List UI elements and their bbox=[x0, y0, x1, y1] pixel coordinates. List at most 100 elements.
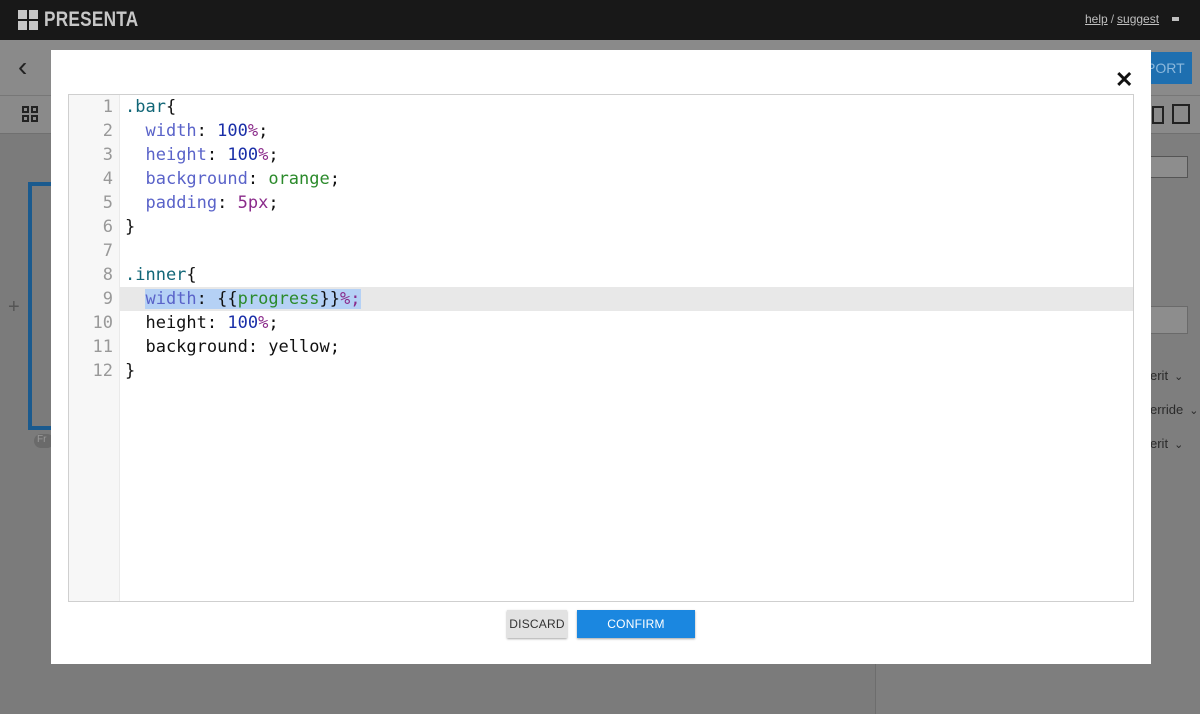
code-token: 100 bbox=[227, 145, 259, 165]
code-text: width: 100%; bbox=[125, 119, 268, 143]
code-token: height bbox=[145, 145, 207, 165]
code-token: : bbox=[206, 145, 228, 165]
grid-logo-icon bbox=[18, 10, 38, 30]
app-logo[interactable]: PRESENTA bbox=[18, 8, 159, 32]
app-header: PRESENTA help / suggest bbox=[0, 0, 1200, 40]
code-line[interactable]: .bar{ bbox=[120, 95, 1133, 119]
code-token: % bbox=[247, 121, 259, 141]
code-text: } bbox=[125, 359, 135, 383]
logo-text: PRESENTA bbox=[44, 8, 139, 31]
code-token: .bar bbox=[125, 97, 166, 117]
code-token: } bbox=[125, 361, 136, 381]
code-text: .inner{ bbox=[125, 263, 197, 287]
line-number: 4 bbox=[102, 169, 113, 189]
slide-frame bbox=[28, 182, 52, 430]
code-token: height: bbox=[125, 313, 228, 333]
code-line[interactable]: background: orange; bbox=[120, 167, 1133, 191]
line-number: 2 bbox=[102, 121, 113, 141]
code-token: padding bbox=[145, 193, 218, 213]
code-text: background: yellow; bbox=[125, 335, 340, 359]
code-token: % bbox=[340, 289, 351, 309]
code-text: .bar{ bbox=[125, 95, 176, 119]
code-text: padding: 5px; bbox=[125, 191, 279, 215]
line-number: 9 bbox=[102, 289, 113, 309]
help-link[interactable]: help bbox=[1085, 12, 1108, 26]
code-text: height: 100%; bbox=[125, 311, 279, 335]
code-line[interactable]: padding: 5px; bbox=[120, 191, 1133, 215]
code-token: ; bbox=[268, 313, 279, 333]
prop-row: erride ⌄ bbox=[1150, 402, 1198, 417]
discard-button[interactable]: DISCARD bbox=[507, 610, 567, 638]
code-line[interactable] bbox=[120, 239, 1133, 263]
code-token: ; bbox=[268, 193, 279, 213]
code-line[interactable]: } bbox=[120, 215, 1133, 239]
code-token: % bbox=[258, 145, 269, 165]
link-separator: / bbox=[1110, 12, 1115, 26]
layout-single-icon bbox=[1172, 104, 1190, 124]
line-number: 1 bbox=[102, 97, 113, 117]
code-editor[interactable]: 1 .bar{2 width: 100%; 3 height: 100%; 4 bac… bbox=[68, 94, 1134, 602]
code-token: 100 bbox=[227, 313, 259, 333]
code-token: progress bbox=[237, 289, 320, 309]
menu-icon[interactable] bbox=[1172, 17, 1179, 21]
code-token: : bbox=[217, 193, 238, 213]
prop-row: erit ⌄ bbox=[1150, 436, 1183, 451]
code-token: background: yellow; bbox=[125, 337, 340, 357]
code-text: height: 100%; bbox=[125, 143, 279, 167]
suggest-link[interactable]: suggest bbox=[1117, 12, 1159, 26]
back-arrow-icon: ‹ bbox=[18, 51, 28, 82]
code-token: 5px bbox=[237, 193, 269, 213]
code-token: } bbox=[125, 217, 136, 237]
code-token: ; bbox=[258, 121, 269, 141]
code-token: width bbox=[145, 289, 197, 309]
code-text: width: {{progress}}%; bbox=[125, 287, 361, 311]
code-token: width bbox=[145, 121, 197, 141]
line-number: 12 bbox=[92, 361, 113, 381]
code-token: { bbox=[186, 265, 197, 285]
code-token: : bbox=[247, 169, 269, 189]
code-token: : bbox=[196, 289, 218, 309]
code-token: .inner bbox=[125, 265, 187, 285]
properties-input bbox=[1150, 306, 1188, 334]
code-token: orange bbox=[268, 169, 330, 189]
grid-view-icon bbox=[22, 106, 38, 122]
add-slide-icon: + bbox=[8, 296, 20, 318]
line-number: 6 bbox=[102, 217, 113, 237]
code-line[interactable]: height: 100%; bbox=[120, 143, 1133, 167]
prop-value: erride bbox=[1150, 402, 1184, 417]
line-number: 11 bbox=[92, 337, 113, 357]
code-text: } bbox=[125, 215, 135, 239]
close-icon[interactable]: ✕ bbox=[1115, 69, 1133, 91]
code-token: ; bbox=[268, 145, 279, 165]
chevron-down-icon: ⌄ bbox=[1189, 405, 1199, 417]
properties-select bbox=[1150, 156, 1188, 178]
prop-value: erit bbox=[1150, 436, 1169, 451]
code-line[interactable]: height: 100%; bbox=[120, 311, 1133, 335]
chevron-down-icon: ⌄ bbox=[1174, 371, 1184, 383]
code-line[interactable]: width: 100%; bbox=[120, 119, 1133, 143]
code-token: ; bbox=[350, 289, 361, 309]
layout-split-icon bbox=[1152, 106, 1164, 124]
prop-row: erit ⌄ bbox=[1150, 368, 1183, 383]
code-token: : bbox=[196, 121, 218, 141]
code-token: background bbox=[145, 169, 248, 189]
confirm-changes-button[interactable]: CONFIRM CHANGES bbox=[577, 610, 695, 659]
code-line[interactable]: width: {{progress}}%; bbox=[120, 287, 1133, 311]
line-number: 8 bbox=[102, 265, 113, 285]
code-token: 100 bbox=[217, 121, 248, 141]
code-token: ; bbox=[329, 169, 340, 189]
prop-value: erit bbox=[1150, 368, 1169, 383]
line-number: 7 bbox=[102, 241, 113, 261]
code-token: % bbox=[258, 313, 269, 333]
code-line[interactable]: background: yellow; bbox=[120, 335, 1133, 359]
line-number: 5 bbox=[102, 193, 113, 213]
line-number: 10 bbox=[92, 313, 113, 333]
code-line[interactable]: } bbox=[120, 359, 1133, 383]
code-line[interactable]: .inner{ bbox=[120, 263, 1133, 287]
code-token: { bbox=[165, 97, 177, 117]
